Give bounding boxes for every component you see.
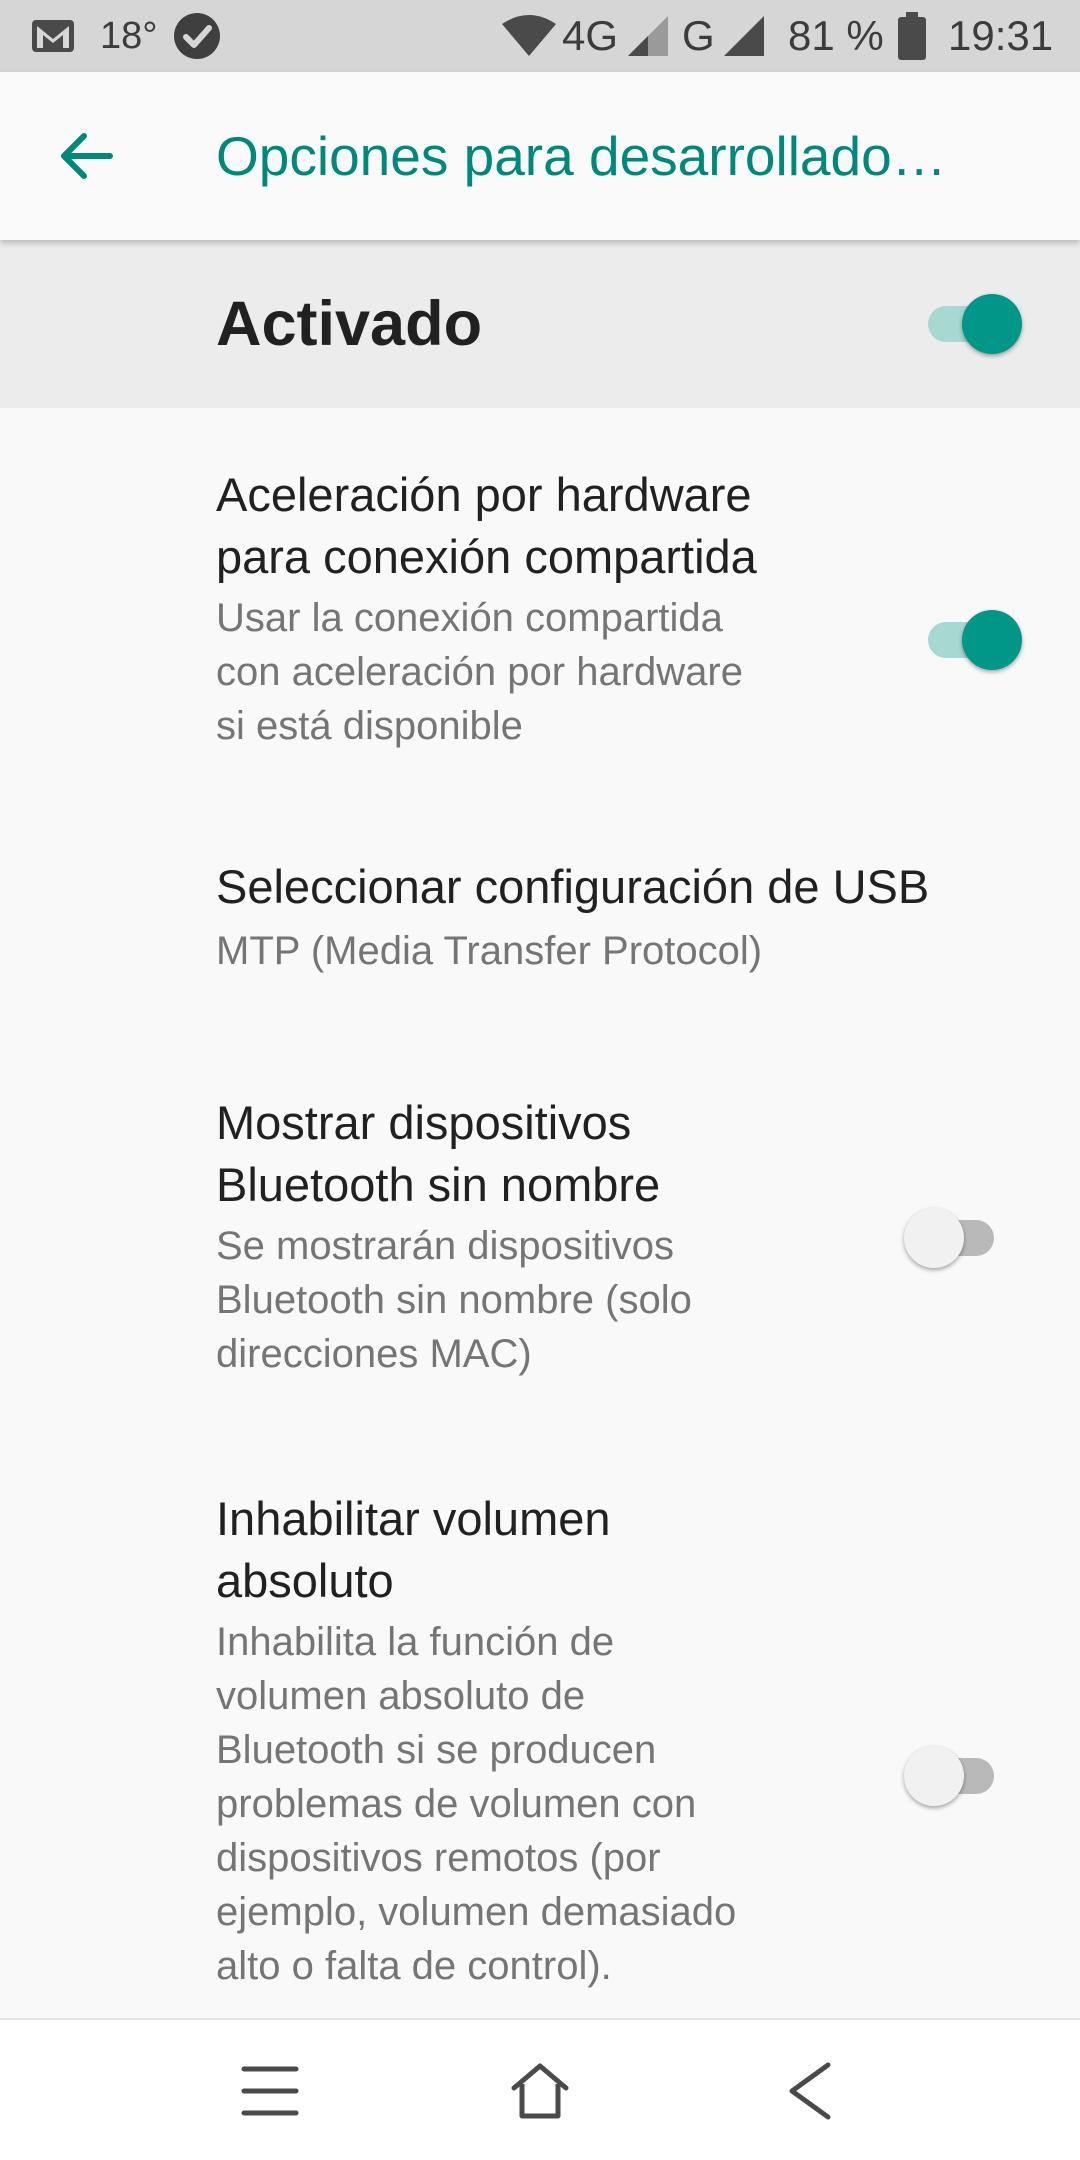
setting-title: Seleccionar configuración de USB bbox=[216, 860, 930, 913]
setting-summary: MTP (Media Transfer Protocol) bbox=[216, 929, 763, 973]
setting-disable-absolute-volume[interactable]: Inhabilitar volumen absoluto Inhabilita … bbox=[0, 1440, 1080, 2018]
unnamed-bluetooth-toggle[interactable] bbox=[904, 1202, 1006, 1272]
setting-title-line: absoluto bbox=[216, 1554, 394, 1607]
setting-title-line: para conexión compartida bbox=[216, 530, 757, 583]
network-type-g: G bbox=[682, 12, 715, 59]
setting-summary-line: Usar la conexión compartida bbox=[216, 596, 723, 640]
wifi-icon bbox=[500, 0, 558, 72]
toggle-thumb bbox=[904, 1208, 964, 1268]
tethering-toggle[interactable] bbox=[922, 604, 1022, 674]
toggle-thumb bbox=[904, 1746, 964, 1806]
setting-summary-line: volumen absoluto de bbox=[216, 1674, 586, 1718]
setting-title-line: Bluetooth sin nombre bbox=[216, 1158, 661, 1211]
absolute-volume-toggle[interactable] bbox=[904, 1740, 1006, 1810]
battery-percent: 81 % bbox=[788, 12, 884, 59]
battery-icon bbox=[898, 0, 926, 72]
setting-usb-configuration[interactable]: Seleccionar configuración de USB MTP (Me… bbox=[0, 810, 1080, 1010]
setting-title-line: Mostrar dispositivos bbox=[216, 1096, 632, 1149]
temperature: 18° bbox=[100, 15, 158, 57]
setting-summary-line: ejemplo, volumen demasiado bbox=[216, 1890, 737, 1934]
signal-icon bbox=[722, 0, 766, 72]
gmail-icon bbox=[30, 0, 76, 72]
check-circle-icon bbox=[172, 0, 222, 72]
setting-title-line: Aceleración por hardware bbox=[216, 468, 752, 521]
master-switch-label: Activado bbox=[216, 289, 483, 359]
setting-title: Inhabilitar volumen absoluto bbox=[216, 1488, 856, 1612]
setting-show-unnamed-bluetooth[interactable]: Mostrar dispositivos Bluetooth sin nombr… bbox=[0, 1040, 1080, 1400]
setting-tethering-hw-acceleration[interactable]: Aceleración por hardware para conexión c… bbox=[0, 408, 1080, 770]
clock: 19:31 bbox=[948, 12, 1054, 59]
screen: 18° 4G G 81 % 19:31 Opciones para desarr… bbox=[0, 0, 1080, 2160]
setting-summary-line: con aceleración por hardware bbox=[216, 650, 743, 694]
signal-icon bbox=[626, 0, 670, 72]
setting-summary: Se mostrarán dispositivos Bluetooth sin … bbox=[216, 1219, 856, 1381]
setting-summary-line: dispositivos remotos (por bbox=[216, 1836, 661, 1880]
toggle-thumb bbox=[962, 294, 1022, 354]
page-title: Opciones para desarrollado… bbox=[216, 125, 947, 187]
master-toggle[interactable] bbox=[922, 288, 1022, 358]
setting-summary-line: Inhabilita la función de bbox=[216, 1620, 615, 1664]
status-bar: 18° 4G G 81 % 19:31 bbox=[0, 0, 1080, 72]
setting-summary-line: alto o falta de control). bbox=[216, 1944, 612, 1988]
setting-title: Mostrar dispositivos Bluetooth sin nombr… bbox=[216, 1092, 856, 1216]
setting-title-line: Inhabilitar volumen bbox=[216, 1492, 611, 1545]
setting-summary-line: problemas de volumen con bbox=[216, 1782, 697, 1826]
home-icon[interactable] bbox=[495, 2046, 585, 2136]
app-bar: Opciones para desarrollado… bbox=[0, 72, 1080, 240]
setting-title: Aceleración por hardware para conexión c… bbox=[216, 464, 856, 588]
toggle-thumb bbox=[962, 610, 1022, 670]
setting-summary-line: si está disponible bbox=[216, 704, 523, 748]
network-type-4g: 4G bbox=[562, 12, 619, 59]
navigation-bar bbox=[0, 2018, 1080, 2160]
master-switch-row[interactable]: Activado bbox=[0, 240, 1080, 408]
setting-summary-line: Bluetooth sin nombre (solo bbox=[216, 1278, 692, 1322]
menu-icon[interactable] bbox=[225, 2046, 315, 2136]
setting-summary: Usar la conexión compartida con acelerac… bbox=[216, 591, 856, 753]
setting-summary: Inhabilita la función de volumen absolut… bbox=[216, 1615, 856, 1993]
arrow-back-icon[interactable] bbox=[40, 110, 132, 202]
back-icon[interactable] bbox=[765, 2046, 855, 2136]
setting-summary-line: Se mostrarán dispositivos bbox=[216, 1224, 674, 1268]
setting-summary-line: Bluetooth si se producen bbox=[216, 1728, 657, 1772]
setting-summary-line: direcciones MAC) bbox=[216, 1332, 532, 1376]
